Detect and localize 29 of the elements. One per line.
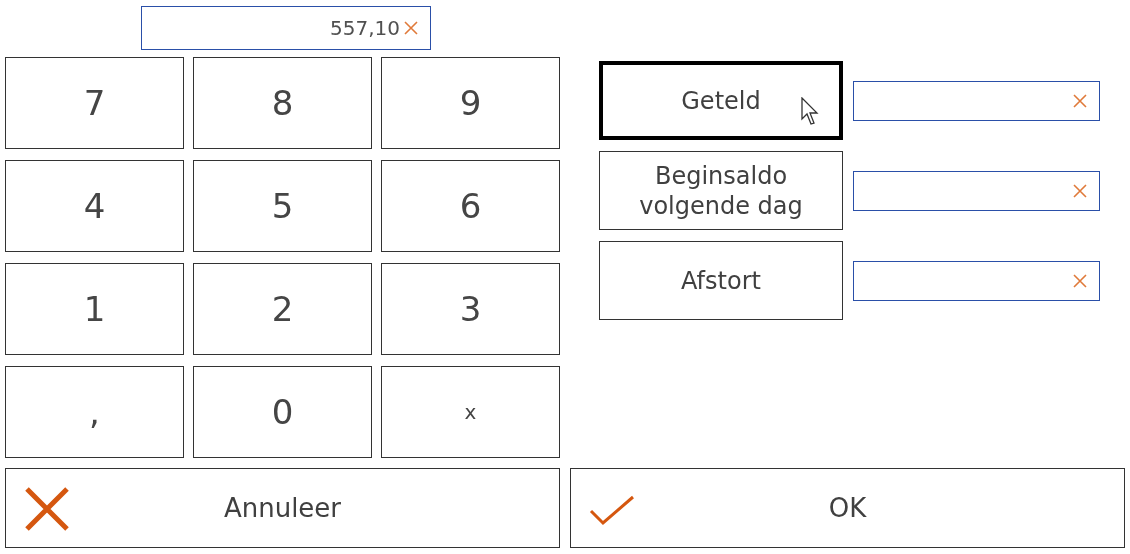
input-field[interactable] (853, 170, 1100, 211)
input-field[interactable] (853, 260, 1100, 301)
number-key[interactable]: 5 (193, 160, 372, 252)
amount-type-button[interactable]: Afstort (599, 241, 843, 320)
clear-icon[interactable] (1073, 273, 1087, 288)
cancel-button[interactable]: Annuleer (5, 468, 560, 548)
number-key[interactable]: 4 (5, 160, 184, 252)
amount-field[interactable]: 557,10 (141, 6, 431, 50)
clear-icon[interactable] (1073, 93, 1087, 108)
number-key[interactable]: 8 (193, 57, 372, 149)
input-field[interactable] (853, 80, 1100, 121)
checkmark-icon (589, 495, 635, 527)
number-key[interactable]: 6 (381, 160, 560, 252)
clear-icon[interactable] (1073, 183, 1087, 198)
mouse-pointer-icon (801, 97, 821, 127)
cross-icon (24, 486, 70, 532)
number-key[interactable]: 3 (381, 263, 560, 355)
number-key[interactable]: 9 (381, 57, 560, 149)
number-key[interactable]: , (5, 366, 184, 458)
number-key[interactable]: 1 (5, 263, 184, 355)
amount-type-button[interactable]: Geteld (599, 61, 843, 140)
amount-value: 557,10 (329, 16, 400, 40)
number-key[interactable]: 7 (5, 57, 184, 149)
clear-icon[interactable] (404, 21, 418, 35)
clear-key[interactable]: x (381, 366, 560, 458)
amount-type-button[interactable]: Beginsaldo volgende dag (599, 151, 843, 230)
number-key[interactable]: 0 (193, 366, 372, 458)
ok-button[interactable]: OK (570, 468, 1125, 548)
number-key[interactable]: 2 (193, 263, 372, 355)
